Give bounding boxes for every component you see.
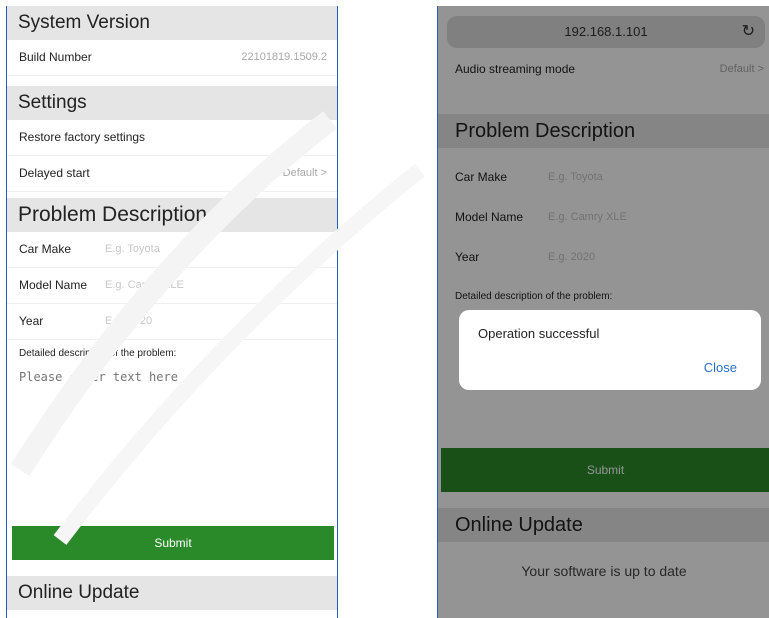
delayed-start-label: Delayed start: [19, 166, 90, 180]
car-make-label: Car Make: [19, 242, 72, 256]
success-dialog: Operation successful Close: [459, 310, 761, 390]
description-label: Detailed description of the problem:: [19, 348, 177, 359]
build-number-label: Build Number: [19, 50, 92, 64]
model-name-input[interactable]: E.g. Camry XLE: [105, 268, 184, 303]
year-input[interactable]: E.g. 2020: [105, 304, 152, 339]
chevron-right-icon: >: [320, 131, 327, 143]
year-row[interactable]: Year E.g. 2020: [7, 304, 337, 340]
model-name-row[interactable]: Model Name E.g. Camry XLE: [7, 268, 337, 304]
left-phone-screen: System Version Build Number 22101819.150…: [6, 6, 338, 618]
build-number-row: Build Number 22101819.1509.2: [7, 40, 337, 76]
online-update-header: Online Update: [7, 576, 337, 610]
model-name-label: Model Name: [19, 278, 88, 292]
system-version-header: System Version: [7, 6, 337, 40]
year-label: Year: [19, 314, 44, 328]
problem-description-header: Problem Description: [7, 198, 337, 232]
delayed-start-value: Default >: [282, 167, 327, 179]
restore-factory-settings-label: Restore factory settings: [19, 130, 146, 144]
build-number-value: 22101819.1509.2: [241, 51, 327, 63]
dialog-close-button[interactable]: Close: [704, 360, 737, 375]
description-textarea[interactable]: [17, 368, 329, 462]
car-make-row[interactable]: Car Make E.g. Toyota: [7, 232, 337, 268]
delayed-start-row[interactable]: Delayed start Default >: [7, 156, 337, 192]
restore-factory-settings-row[interactable]: Restore factory settings >: [7, 120, 337, 156]
dialog-message: Operation successful: [478, 326, 600, 341]
right-phone-screen: 192.168.1.101 ↻ Audio streaming mode Def…: [437, 6, 769, 618]
car-make-input[interactable]: E.g. Toyota: [105, 232, 160, 267]
settings-header: Settings: [7, 86, 337, 120]
submit-button[interactable]: Submit: [12, 526, 334, 560]
